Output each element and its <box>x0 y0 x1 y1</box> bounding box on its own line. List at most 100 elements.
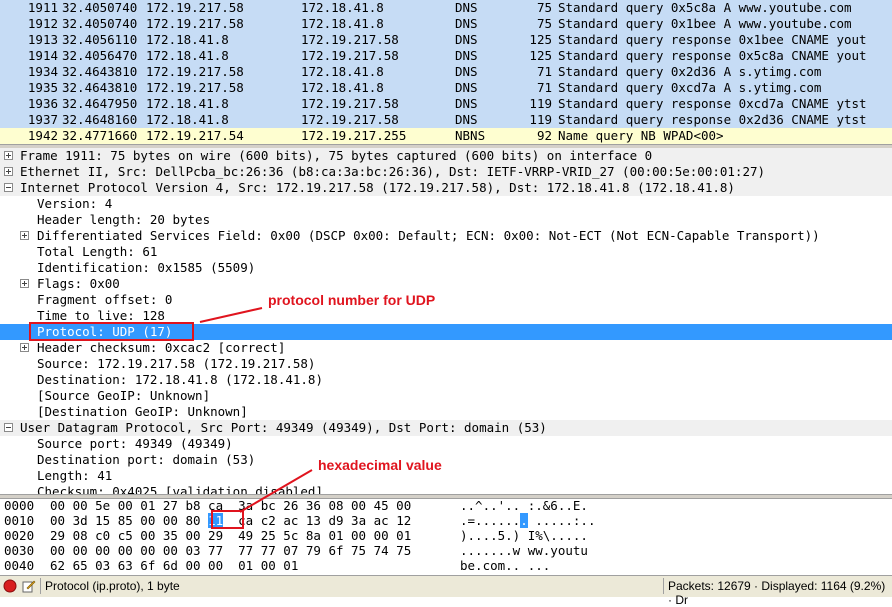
bytes-row: 0040 62 65 03 63 6f 6d 00 00 01 00 01 be.c… <box>0 558 892 574</box>
bytes-row: 0010 00 3d 15 85 00 00 80 11 ca c2 ac 13 … <box>0 513 892 529</box>
annotation-hex-label: hexadecimal value <box>318 457 442 473</box>
packet-info-cell: Standard query 0x2d36 A s.ytimg.com <box>558 64 822 79</box>
packet-row[interactable]: 1911 32.4050740 172.19.217.58 172.18.41.8 DN… <box>0 0 892 16</box>
packet-info-cell: Standard query response 0x5c8a CNAME you… <box>558 48 867 63</box>
packet-src-cell: 172.19.217.58 <box>146 64 244 79</box>
detail-tree-text: Flags: 0x00 <box>37 276 120 291</box>
packet-len-cell: 92 <box>536 128 552 143</box>
ascii-bytes: ..^..'.. :.&6..E. <box>460 498 588 513</box>
hex-bytes: 00 3d 15 85 00 00 80 <box>50 513 209 528</box>
packet-info-cell: Standard query 0xcd7a A s.ytimg.com <box>558 80 822 95</box>
packet-time-cell: 32.4643810 <box>62 80 138 95</box>
packet-no-cell: 1942 <box>27 128 58 143</box>
detail-tree-field-row[interactable]: Length: 41 <box>0 468 892 484</box>
packet-info-cell: Standard query 0x1bee A www.youtube.com <box>558 16 852 31</box>
detail-tree-field-row[interactable]: Header checksum: 0xcac2 [correct] <box>0 340 892 356</box>
packet-time-cell: 32.4648160 <box>62 112 138 127</box>
packet-src-cell: 172.19.217.58 <box>146 80 244 95</box>
ascii-bytes: .......w ww.youtu <box>460 543 588 558</box>
packet-bytes-pane[interactable]: 0000 00 00 5e 00 01 27 b8 ca 3a bc 26 36 … <box>0 498 892 574</box>
packet-dst-cell: 172.18.41.8 <box>301 0 384 15</box>
packet-details-tree[interactable]: Frame 1911: 75 bytes on wire (600 bits),… <box>0 148 892 494</box>
packet-list[interactable]: 1911 32.4050740 172.19.217.58 172.18.41.8 DN… <box>0 0 892 144</box>
ascii-bytes: .=...... <box>460 513 521 528</box>
detail-tree-field-row[interactable]: Flags: 0x00 <box>0 276 892 292</box>
bytes-hex[interactable]: 29 08 c0 c5 00 35 00 29 49 25 5c 8a 01 0… <box>50 528 411 544</box>
bytes-hex[interactable]: 00 00 00 00 00 00 03 77 77 77 07 79 6f 7… <box>50 543 411 559</box>
bytes-offset: 0010 <box>4 513 35 528</box>
expand-icon[interactable] <box>4 151 13 160</box>
packet-len-cell: 119 <box>529 112 552 127</box>
detail-tree-field-row[interactable]: Fragment offset: 0 <box>0 292 892 308</box>
detail-tree-text: Header checksum: 0xcac2 [correct] <box>37 340 286 355</box>
expand-icon[interactable] <box>20 279 29 288</box>
packet-proto-cell: DNS <box>455 64 478 79</box>
packet-proto-cell: DNS <box>455 80 478 95</box>
hex-bytes: 00 00 00 00 00 00 03 77 77 77 07 79 6f 7… <box>50 543 412 558</box>
packet-dst-cell: 172.19.217.255 <box>301 128 407 143</box>
detail-tree-field-row[interactable]: Header length: 20 bytes <box>0 212 892 228</box>
detail-tree-field-row[interactable]: Total Length: 61 <box>0 244 892 260</box>
collapse-icon[interactable] <box>4 183 13 192</box>
detail-tree-field-row[interactable]: Source: 172.19.217.58 (172.19.217.58) <box>0 356 892 372</box>
packet-src-cell: 172.18.41.8 <box>146 48 229 63</box>
edit-capture-comment-icon[interactable] <box>22 579 36 593</box>
collapse-icon[interactable] <box>4 423 13 432</box>
detail-tree-header-row[interactable]: Frame 1911: 75 bytes on wire (600 bits),… <box>0 148 892 164</box>
bytes-ascii[interactable]: .......w ww.youtu <box>460 543 588 559</box>
packet-len-cell: 75 <box>536 16 552 31</box>
stop-icon[interactable] <box>3 579 17 593</box>
detail-tree-text: Source: 172.19.217.58 (172.19.217.58) <box>37 356 316 371</box>
bytes-ascii[interactable]: ..^..'.. :.&6..E. <box>460 498 588 514</box>
packet-proto-cell: DNS <box>455 48 478 63</box>
bytes-ascii[interactable]: be.com.. ... <box>460 558 550 574</box>
packet-proto-cell: DNS <box>455 112 478 127</box>
expand-icon[interactable] <box>20 231 29 240</box>
detail-tree-header-row[interactable]: User Datagram Protocol, Src Port: 49349 … <box>0 420 892 436</box>
packet-row[interactable]: 1914 32.4056470 172.18.41.8 172.19.217.58 DN… <box>0 48 892 64</box>
packet-row[interactable]: 1912 32.4050740 172.19.217.58 172.18.41.8 DN… <box>0 16 892 32</box>
packet-proto-cell: DNS <box>455 32 478 47</box>
packet-no-cell: 1911 <box>27 0 58 15</box>
detail-tree-field-row[interactable]: [Source GeoIP: Unknown] <box>0 388 892 404</box>
detail-tree-field-row[interactable]: Source port: 49349 (49349) <box>0 436 892 452</box>
packet-row[interactable]: 1934 32.4643810 172.19.217.58 172.18.41.8 DN… <box>0 64 892 80</box>
packet-time-cell: 32.4050740 <box>62 0 138 15</box>
detail-tree-field-row[interactable]: Version: 4 <box>0 196 892 212</box>
bytes-row: 0030 00 00 00 00 00 00 03 77 77 77 07 79 … <box>0 543 892 559</box>
detail-tree-field-row[interactable]: Differentiated Services Field: 0x00 (DSC… <box>0 228 892 244</box>
packet-row[interactable]: 1942 32.4771660 172.19.217.54 172.19.217.25… <box>0 128 892 144</box>
packet-row[interactable]: 1937 32.4648160 172.18.41.8 172.19.217.58 DN… <box>0 112 892 128</box>
hex-bytes: ca c2 ac 13 d9 3a ac 12 <box>223 513 412 528</box>
packet-row[interactable]: 1935 32.4643810 172.19.217.58 172.18.41.8 DN… <box>0 80 892 96</box>
detail-tree-text: Checksum: 0x4025 [validation disabled] <box>37 484 323 494</box>
packet-src-cell: 172.19.217.54 <box>146 128 244 143</box>
bytes-ascii[interactable]: .=....... .....:.. <box>460 513 595 529</box>
detail-tree-field-row[interactable]: [Destination GeoIP: Unknown] <box>0 404 892 420</box>
packet-dst-cell: 172.19.217.58 <box>301 112 399 127</box>
bytes-row: 0000 00 00 5e 00 01 27 b8 ca 3a bc 26 36 … <box>0 498 892 514</box>
detail-tree-field-row[interactable]: Identification: 0x1585 (5509) <box>0 260 892 276</box>
packet-dst-cell: 172.18.41.8 <box>301 80 384 95</box>
detail-tree-text: Source port: 49349 (49349) <box>37 436 233 451</box>
bytes-offset: 0040 <box>4 558 35 573</box>
status-bar: Protocol (ip.proto), 1 byte Packets: 126… <box>0 575 892 607</box>
detail-tree-header-row[interactable]: Internet Protocol Version 4, Src: 172.19… <box>0 180 892 196</box>
detail-tree-text: Identification: 0x1585 (5509) <box>37 260 256 275</box>
expand-icon[interactable] <box>4 167 13 176</box>
detail-tree-field-row[interactable]: Destination port: domain (53) <box>0 452 892 468</box>
packet-time-cell: 32.4056470 <box>62 48 138 63</box>
bytes-ascii[interactable]: )....5.) I%\..... <box>460 528 588 544</box>
expand-icon[interactable] <box>20 343 29 352</box>
detail-tree-field-row[interactable]: Checksum: 0x4025 [validation disabled] <box>0 484 892 494</box>
packet-proto-cell: DNS <box>455 0 478 15</box>
ascii-bytes: .....:.. <box>527 513 596 528</box>
detail-tree-field-row[interactable]: Destination: 172.18.41.8 (172.18.41.8) <box>0 372 892 388</box>
packet-row[interactable]: 1936 32.4647950 172.18.41.8 172.19.217.58 DN… <box>0 96 892 112</box>
packet-row[interactable]: 1913 32.4056110 172.18.41.8 172.19.217.58 DN… <box>0 32 892 48</box>
detail-tree-header-row[interactable]: Ethernet II, Src: DellPcba_bc:26:36 (b8:… <box>0 164 892 180</box>
packet-time-cell: 32.4050740 <box>62 16 138 31</box>
packet-src-cell: 172.18.41.8 <box>146 112 229 127</box>
bytes-hex[interactable]: 62 65 03 63 6f 6d 00 00 01 00 01 <box>50 558 298 574</box>
packet-dst-cell: 172.19.217.58 <box>301 48 399 63</box>
